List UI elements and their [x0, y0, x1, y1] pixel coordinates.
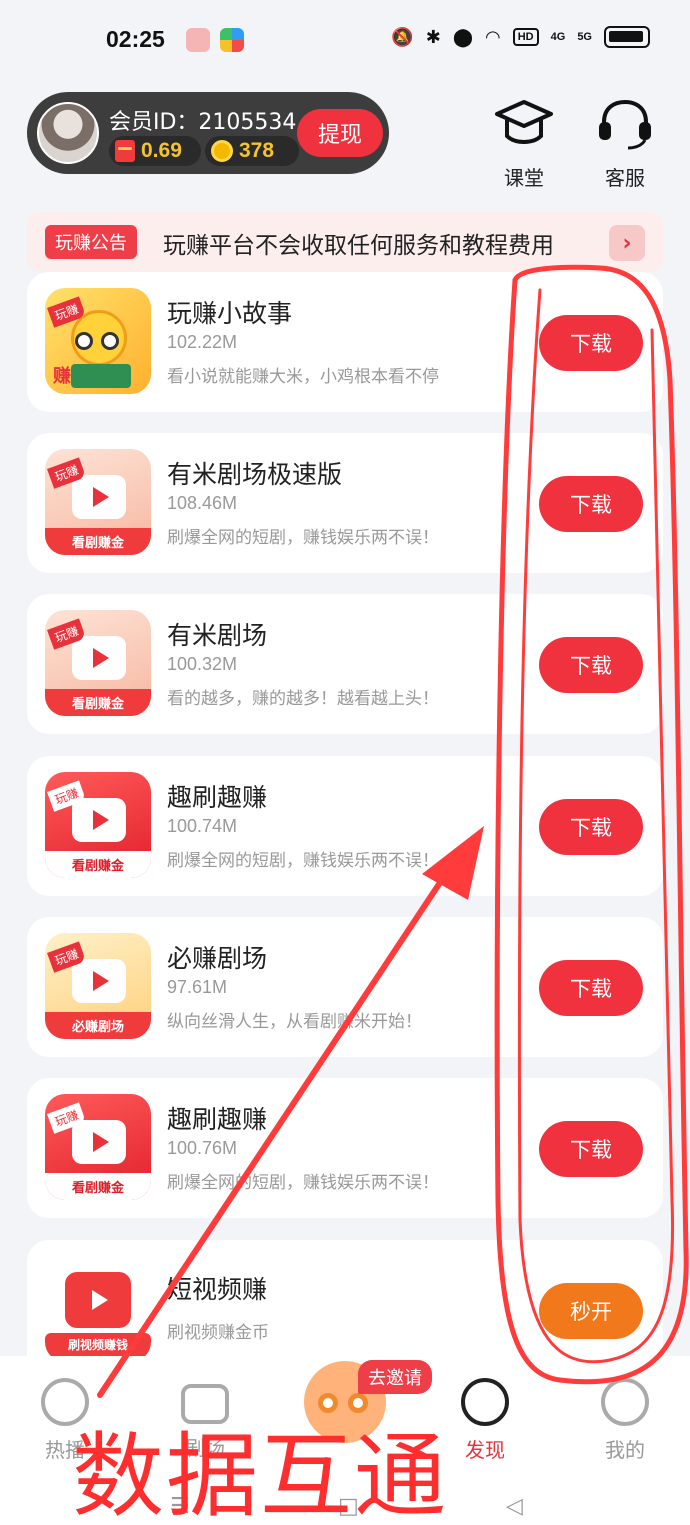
- app-size: 100.32M: [167, 654, 238, 674]
- classroom-label: 课堂: [504, 166, 544, 190]
- hd-icon: HD: [512, 28, 539, 46]
- app-icon-banner: 看剧赚金: [45, 528, 151, 555]
- app-icon-banner: 赚: [53, 366, 71, 387]
- app-description: 看小说就能赚大米，小鸡根本看不停: [167, 367, 439, 387]
- member-card: 会员ID：2105534 0.69 378 提现: [27, 92, 389, 174]
- signal-5g-icon: 5G: [577, 30, 592, 43]
- tab-mine-label: 我的: [605, 1438, 645, 1462]
- tv-play-app-icon: 玩赚 看剧赚金: [45, 610, 151, 716]
- mute-icon: 🔕: [391, 26, 414, 48]
- download-button[interactable]: 下载: [539, 637, 643, 693]
- app-notification-icon: [186, 28, 210, 52]
- signal-4g-icon: 4G: [550, 30, 566, 43]
- list-item[interactable]: 玩赚 看剧赚金 有米剧场 100.32M 看的越多，赚的越多！越看越上头！ 下载: [27, 594, 663, 734]
- download-button[interactable]: 下载: [539, 960, 643, 1016]
- app-size: 102.22M: [167, 332, 238, 352]
- app-icon-banner: 必赚剧场: [45, 1012, 151, 1039]
- tab-discover[interactable]: 发现: [440, 1378, 530, 1463]
- notice-bar[interactable]: 玩赚公告 玩赚平台不会收取任何服务和教程费用 ›: [27, 212, 663, 272]
- app-name: 趣刷趣赚: [167, 1105, 268, 1134]
- app-description: 纵向丝滑人生，从看剧赚米开始！: [167, 1012, 422, 1032]
- coin-balance: 378: [205, 136, 299, 166]
- notice-tag: 玩赚公告: [45, 225, 137, 259]
- tab-mine[interactable]: 我的: [580, 1378, 670, 1463]
- bluetooth-icon: ✱: [425, 26, 441, 48]
- notice-text: 玩赚平台不会收取任何服务和教程费用: [163, 233, 554, 259]
- chevron-right-icon[interactable]: ›: [609, 225, 645, 261]
- withdraw-button[interactable]: 提现: [297, 109, 383, 157]
- status-app-icons: [186, 28, 244, 52]
- back-nav-icon[interactable]: ◁: [506, 1494, 523, 1519]
- app-size: 100.74M: [167, 816, 238, 836]
- coin-value: 378: [239, 139, 275, 162]
- app-name: 必赚剧场: [167, 944, 268, 973]
- status-icons: 🔕 ✱ ⬤ ◠ HD 4G 5G: [391, 26, 650, 48]
- app-notification-icon: [220, 28, 244, 52]
- app-description: 看的越多，赚的越多！越看越上头！: [167, 689, 439, 709]
- app-size: 100.76M: [167, 1138, 238, 1158]
- list-item[interactable]: 玩赚 看剧赚金 趣刷趣赚 100.74M 刷爆全网的短剧，赚钱娱乐两不误！ 下载: [27, 756, 663, 896]
- app-name: 短视频赚: [167, 1275, 268, 1304]
- coin-icon: [211, 140, 233, 162]
- app-icon-banner: 看剧赚金: [45, 851, 151, 878]
- headset-icon: [599, 99, 651, 150]
- app-description: 刷爆全网的短剧，赚钱娱乐两不误！: [167, 528, 439, 548]
- app-size: 108.46M: [167, 493, 238, 513]
- app-description: 刷爆全网的短剧，赚钱娱乐两不误！: [167, 851, 439, 871]
- list-item[interactable]: 玩赚 看剧赚金 趣刷趣赚 100.76M 刷爆全网的短剧，赚钱娱乐两不误！ 下载: [27, 1078, 663, 1218]
- tv-play-app-icon: 玩赚 看剧赚金: [45, 1094, 151, 1200]
- download-button[interactable]: 下载: [539, 315, 643, 371]
- open-button[interactable]: 秒开: [539, 1283, 643, 1339]
- planet-icon: [461, 1378, 509, 1426]
- app-description: 刷视频赚金币: [167, 1323, 269, 1343]
- list-item[interactable]: 玩赚 必赚剧场 必赚剧场 97.61M 纵向丝滑人生，从看剧赚米开始！ 下载: [27, 917, 663, 1057]
- location-icon: ⬤: [452, 26, 474, 48]
- avatar[interactable]: [37, 102, 99, 164]
- graduation-cap-icon: [495, 100, 553, 144]
- download-button[interactable]: 下载: [539, 476, 643, 532]
- download-button[interactable]: 下载: [539, 799, 643, 855]
- list-item[interactable]: 玩赚 看剧赚金 有米剧场极速版 108.46M 刷爆全网的短剧，赚钱娱乐两不误！…: [27, 433, 663, 573]
- support-label: 客服: [605, 166, 645, 190]
- chick-story-app-icon: 玩赚 赚: [45, 288, 151, 394]
- cash-value: 0.69: [141, 139, 182, 162]
- status-time: 02:25: [106, 26, 165, 52]
- video-play-app-icon: 刷视频赚钱: [45, 1256, 151, 1362]
- member-id: 会员ID：2105534: [109, 110, 297, 135]
- wifi-icon: ◠: [485, 26, 501, 48]
- app-description: 刷爆全网的短剧，赚钱娱乐两不误！: [167, 1173, 439, 1193]
- app-name: 趣刷趣赚: [167, 783, 268, 812]
- app-name: 有米剧场: [167, 621, 268, 650]
- download-button[interactable]: 下载: [539, 1121, 643, 1177]
- tv-play-app-icon: 玩赚 必赚剧场: [45, 933, 151, 1039]
- tv-play-app-icon: 玩赚 看剧赚金: [45, 772, 151, 878]
- status-bar: 02:25 🔕 ✱ ⬤ ◠ HD 4G 5G: [0, 0, 690, 82]
- battery-icon: [604, 26, 650, 48]
- app-name: 有米剧场极速版: [167, 460, 343, 489]
- red-packet-icon: [115, 140, 135, 162]
- invite-badge[interactable]: 去邀请: [358, 1360, 432, 1394]
- app-icon-banner: 看剧赚金: [45, 1173, 151, 1200]
- user-icon: [601, 1378, 649, 1426]
- app-icon-banner: 刷视频赚钱: [45, 1333, 151, 1356]
- app-icon-banner: 看剧赚金: [45, 689, 151, 716]
- annotation-caption: 数据互通: [72, 1423, 449, 1525]
- app-size: 97.61M: [167, 977, 228, 997]
- customer-service-button[interactable]: 客服: [590, 96, 660, 191]
- list-item[interactable]: 玩赚 赚 玩赚小故事 102.22M 看小说就能赚大米，小鸡根本看不停 下载: [27, 272, 663, 412]
- tv-play-app-icon: 玩赚 看剧赚金: [45, 449, 151, 555]
- app-name: 玩赚小故事: [167, 299, 293, 328]
- tab-discover-label: 发现: [465, 1438, 505, 1462]
- cash-balance: 0.69: [109, 136, 201, 166]
- classroom-button[interactable]: 课堂: [489, 96, 559, 191]
